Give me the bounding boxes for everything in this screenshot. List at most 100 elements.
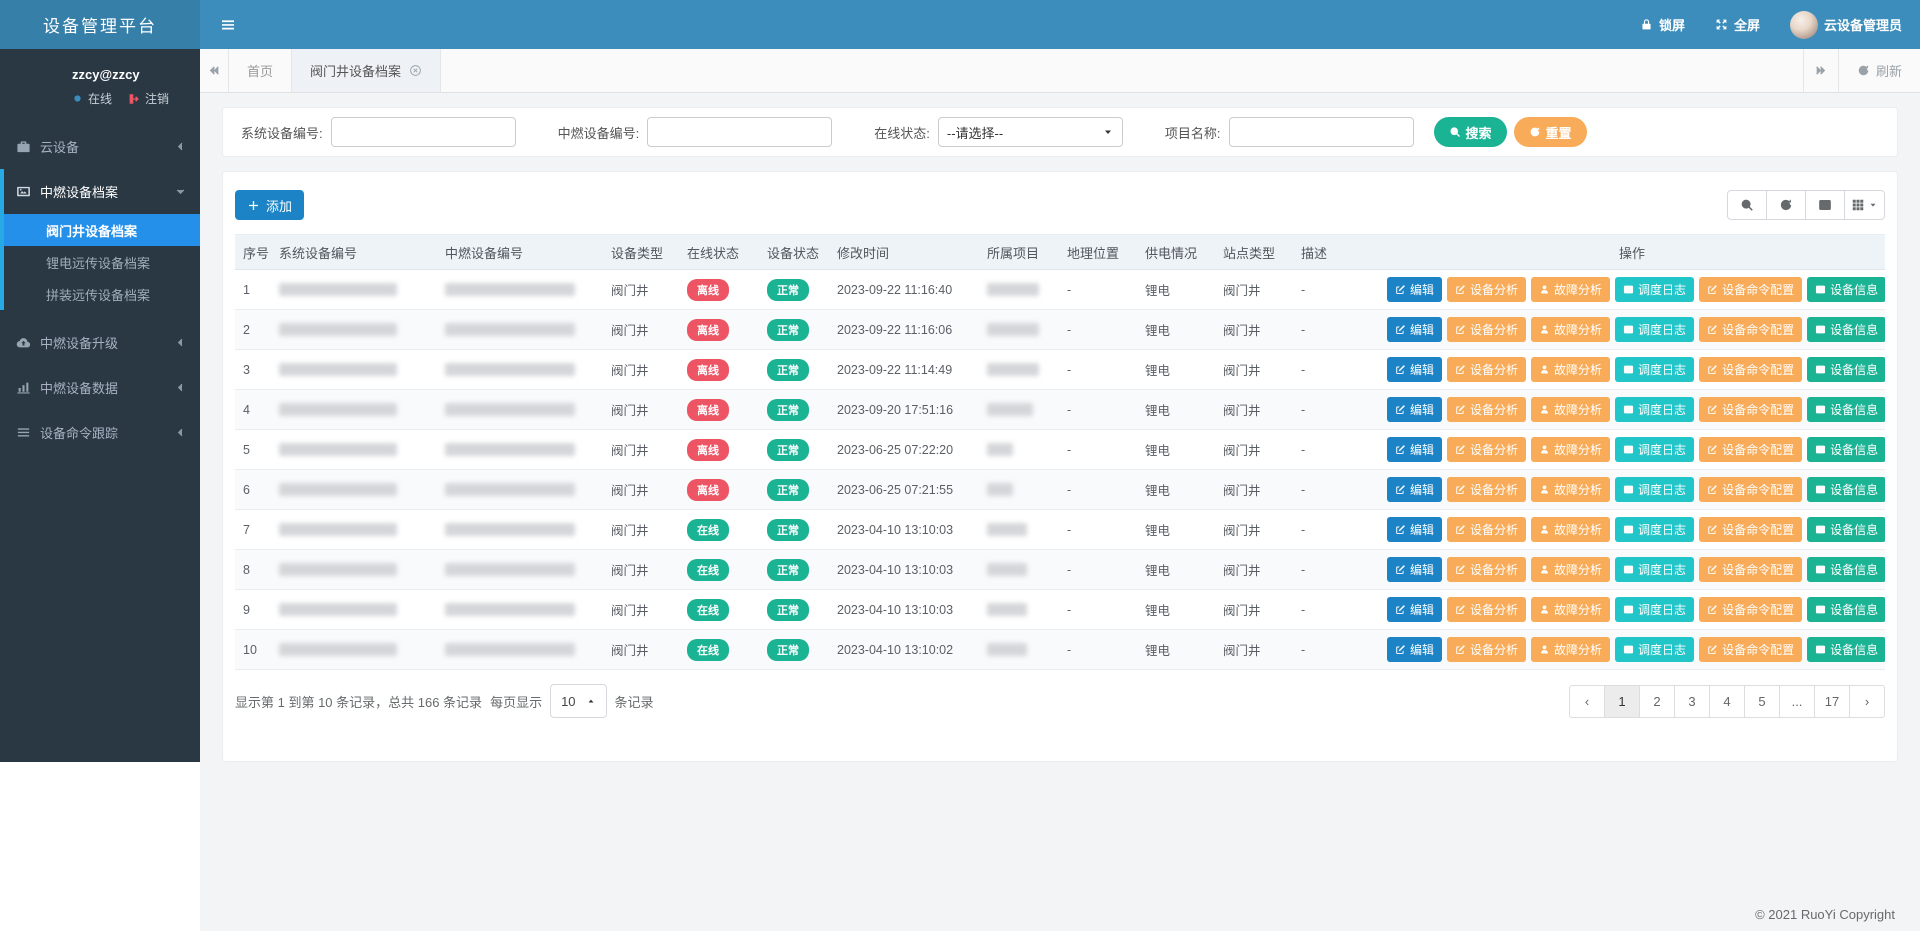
page-button-17[interactable]: 17 bbox=[1814, 685, 1850, 718]
project-name-input[interactable] bbox=[1229, 117, 1414, 147]
tab-home[interactable]: 首页 bbox=[229, 49, 292, 92]
device-analysis-button[interactable]: 设备分析 bbox=[1447, 357, 1526, 382]
logout-link[interactable]: 注销 bbox=[128, 90, 169, 107]
device-analysis-button[interactable]: 设备分析 bbox=[1447, 477, 1526, 502]
refresh-tab-button[interactable]: 刷新 bbox=[1838, 49, 1920, 92]
device-command-config-button[interactable]: 设备命令配置 bbox=[1699, 397, 1802, 422]
device-analysis-button[interactable]: 设备分析 bbox=[1447, 517, 1526, 542]
table-refresh-button[interactable] bbox=[1766, 190, 1806, 220]
dispatch-log-button[interactable]: 调度日志 bbox=[1615, 357, 1694, 382]
device-command-config-button[interactable]: 设备命令配置 bbox=[1699, 637, 1802, 662]
reset-button[interactable]: 重置 bbox=[1514, 117, 1587, 147]
device-analysis-button[interactable]: 设备分析 bbox=[1447, 277, 1526, 302]
sidebar-item-cloud-device[interactable]: 云设备 bbox=[0, 124, 200, 169]
edit-button[interactable]: 编辑 bbox=[1387, 397, 1442, 422]
fault-analysis-button[interactable]: 故障分析 bbox=[1531, 517, 1610, 542]
page-button-5[interactable]: 5 bbox=[1744, 685, 1780, 718]
sidebar-item-valve-well-archive[interactable]: 阀门井设备档案 bbox=[4, 214, 200, 246]
device-command-config-button[interactable]: 设备命令配置 bbox=[1699, 317, 1802, 342]
device-info-button[interactable]: 设备信息 bbox=[1807, 277, 1885, 302]
device-analysis-button[interactable]: 设备分析 bbox=[1447, 437, 1526, 462]
device-analysis-button[interactable]: 设备分析 bbox=[1447, 637, 1526, 662]
dispatch-log-button[interactable]: 调度日志 bbox=[1615, 517, 1694, 542]
device-analysis-button[interactable]: 设备分析 bbox=[1447, 317, 1526, 342]
edit-button[interactable]: 编辑 bbox=[1387, 597, 1442, 622]
lock-screen-button[interactable]: 锁屏 bbox=[1640, 15, 1685, 34]
dispatch-log-button[interactable]: 调度日志 bbox=[1615, 277, 1694, 302]
fault-analysis-button[interactable]: 故障分析 bbox=[1531, 597, 1610, 622]
fullscreen-button[interactable]: 全屏 bbox=[1715, 15, 1760, 34]
hamburger-icon[interactable] bbox=[200, 17, 256, 33]
dispatch-log-button[interactable]: 调度日志 bbox=[1615, 637, 1694, 662]
device-command-config-button[interactable]: 设备命令配置 bbox=[1699, 557, 1802, 582]
dispatch-log-button[interactable]: 调度日志 bbox=[1615, 317, 1694, 342]
device-analysis-button[interactable]: 设备分析 bbox=[1447, 557, 1526, 582]
device-info-button[interactable]: 设备信息 bbox=[1807, 477, 1885, 502]
close-icon[interactable] bbox=[409, 64, 422, 77]
page-button-4[interactable]: 4 bbox=[1709, 685, 1745, 718]
tab-valve-well-archive[interactable]: 阀门井设备档案 bbox=[292, 49, 441, 92]
page-ellipsis[interactable]: ... bbox=[1779, 685, 1815, 718]
device-command-config-button[interactable]: 设备命令配置 bbox=[1699, 277, 1802, 302]
edit-button[interactable]: 编辑 bbox=[1387, 477, 1442, 502]
online-state-select[interactable]: --请选择-- bbox=[938, 117, 1123, 147]
edit-button[interactable]: 编辑 bbox=[1387, 357, 1442, 382]
scroll-tabs-left-button[interactable] bbox=[200, 49, 229, 92]
user-menu[interactable]: 云设备管理员 bbox=[1790, 11, 1902, 39]
sidebar-item-assembled-remote-archive[interactable]: 拼装远传设备档案 bbox=[4, 278, 200, 310]
sidebar-item-device-command-trace[interactable]: 设备命令跟踪 bbox=[0, 410, 200, 455]
edit-button[interactable]: 编辑 bbox=[1387, 557, 1442, 582]
device-info-button[interactable]: 设备信息 bbox=[1807, 597, 1885, 622]
table-view-button[interactable] bbox=[1844, 190, 1885, 220]
cn-device-code-input[interactable] bbox=[647, 117, 832, 147]
scroll-tabs-right-button[interactable] bbox=[1803, 49, 1838, 92]
page-size-select[interactable]: 10 bbox=[550, 684, 606, 718]
device-command-config-button[interactable]: 设备命令配置 bbox=[1699, 517, 1802, 542]
device-command-config-button[interactable]: 设备命令配置 bbox=[1699, 357, 1802, 382]
page-button-1[interactable]: 1 bbox=[1604, 685, 1640, 718]
page-button-3[interactable]: 3 bbox=[1674, 685, 1710, 718]
dispatch-log-button[interactable]: 调度日志 bbox=[1615, 597, 1694, 622]
device-info-button[interactable]: 设备信息 bbox=[1807, 437, 1885, 462]
device-command-config-button[interactable]: 设备命令配置 bbox=[1699, 477, 1802, 502]
edit-button[interactable]: 编辑 bbox=[1387, 437, 1442, 462]
dispatch-log-button[interactable]: 调度日志 bbox=[1615, 397, 1694, 422]
fault-analysis-button[interactable]: 故障分析 bbox=[1531, 477, 1610, 502]
device-command-config-button[interactable]: 设备命令配置 bbox=[1699, 437, 1802, 462]
page-button-2[interactable]: 2 bbox=[1639, 685, 1675, 718]
fault-analysis-button[interactable]: 故障分析 bbox=[1531, 357, 1610, 382]
device-info-button[interactable]: 设备信息 bbox=[1807, 397, 1885, 422]
device-info-button[interactable]: 设备信息 bbox=[1807, 317, 1885, 342]
add-button[interactable]: 添加 bbox=[235, 190, 304, 220]
table-columns-button[interactable] bbox=[1805, 190, 1845, 220]
device-command-config-button[interactable]: 设备命令配置 bbox=[1699, 597, 1802, 622]
sidebar-item-lithium-remote-archive[interactable]: 锂电远传设备档案 bbox=[4, 246, 200, 278]
fault-analysis-button[interactable]: 故障分析 bbox=[1531, 317, 1610, 342]
sidebar-item-cn-device-archive[interactable]: 中燃设备档案 bbox=[4, 169, 200, 214]
dispatch-log-button[interactable]: 调度日志 bbox=[1615, 557, 1694, 582]
table-search-toggle-button[interactable] bbox=[1727, 190, 1767, 220]
fault-analysis-button[interactable]: 故障分析 bbox=[1531, 277, 1610, 302]
fault-analysis-button[interactable]: 故障分析 bbox=[1531, 637, 1610, 662]
edit-button[interactable]: 编辑 bbox=[1387, 517, 1442, 542]
search-button[interactable]: 搜索 bbox=[1434, 117, 1507, 147]
device-info-button[interactable]: 设备信息 bbox=[1807, 357, 1885, 382]
device-analysis-button[interactable]: 设备分析 bbox=[1447, 397, 1526, 422]
edit-button[interactable]: 编辑 bbox=[1387, 277, 1442, 302]
edit-button[interactable]: 编辑 bbox=[1387, 637, 1442, 662]
device-analysis-button[interactable]: 设备分析 bbox=[1447, 597, 1526, 622]
fault-analysis-button[interactable]: 故障分析 bbox=[1531, 437, 1610, 462]
sidebar-item-device-upgrade[interactable]: 中燃设备升级 bbox=[0, 320, 200, 365]
sidebar-item-device-data[interactable]: 中燃设备数据 bbox=[0, 365, 200, 410]
edit-button[interactable]: 编辑 bbox=[1387, 317, 1442, 342]
dispatch-log-button[interactable]: 调度日志 bbox=[1615, 477, 1694, 502]
dispatch-log-button[interactable]: 调度日志 bbox=[1615, 437, 1694, 462]
fault-analysis-button[interactable]: 故障分析 bbox=[1531, 397, 1610, 422]
device-info-button[interactable]: 设备信息 bbox=[1807, 637, 1885, 662]
device-info-button[interactable]: 设备信息 bbox=[1807, 557, 1885, 582]
prev-page-button[interactable]: ‹ bbox=[1569, 685, 1605, 718]
fault-analysis-button[interactable]: 故障分析 bbox=[1531, 557, 1610, 582]
device-info-button[interactable]: 设备信息 bbox=[1807, 517, 1885, 542]
next-page-button[interactable]: › bbox=[1849, 685, 1885, 718]
system-device-code-input[interactable] bbox=[331, 117, 516, 147]
